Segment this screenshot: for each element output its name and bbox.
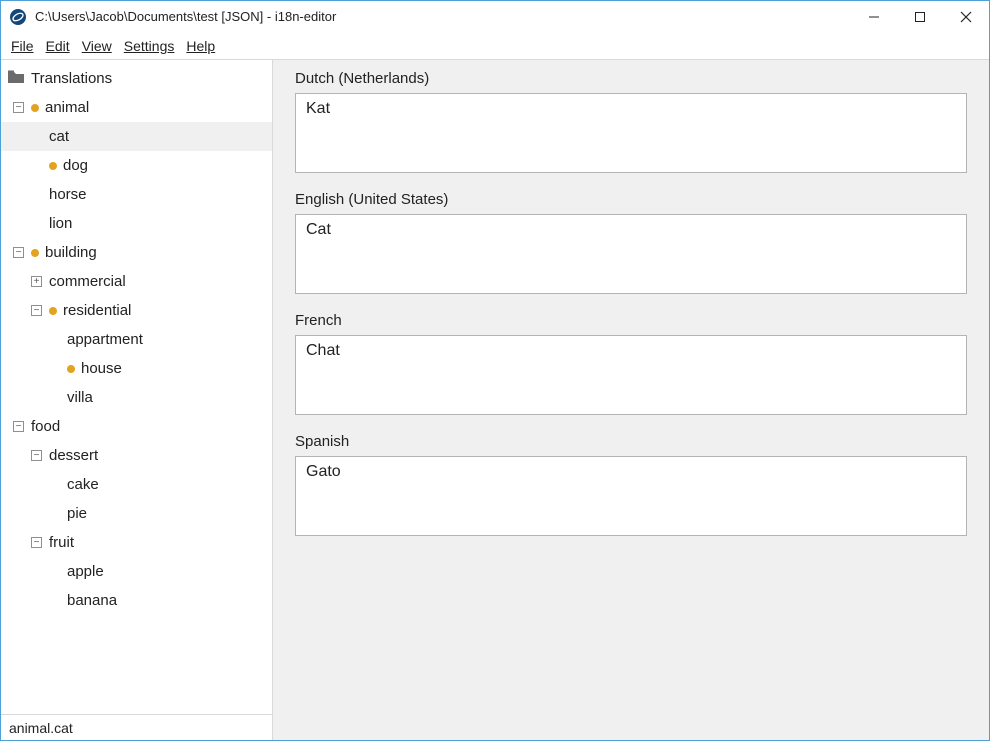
modified-dot-icon [67,365,75,373]
tree-label: villa [67,389,93,406]
collapse-icon[interactable]: − [31,305,42,316]
tree-leaf-cat[interactable]: cat [1,122,272,151]
translation-input-french[interactable] [295,335,967,415]
tree-label: animal [45,99,89,116]
field-label: French [295,312,967,329]
tree-node-fruit[interactable]: − fruit [1,528,272,557]
tree-leaf-pie[interactable]: pie [1,499,272,528]
tree-node-residential[interactable]: − residential [1,296,272,325]
tree-label: fruit [49,534,74,551]
tree-node-animal[interactable]: − animal [1,93,272,122]
menu-bar: File Edit View Settings Help [1,33,989,59]
collapse-icon[interactable]: − [31,537,42,548]
status-bar: animal.cat [1,714,272,740]
sidebar: Translations − animal cat [1,60,273,740]
title-bar: C:\Users\Jacob\Documents\test [JSON] - i… [1,1,989,33]
tree-root[interactable]: Translations [1,64,272,93]
menu-edit[interactable]: Edit [42,37,74,55]
tree-label: house [81,360,122,377]
tree-leaf-villa[interactable]: villa [1,383,272,412]
translation-input-spanish[interactable] [295,456,967,536]
menu-file[interactable]: File [7,37,38,55]
collapse-icon[interactable]: − [13,102,24,113]
close-button[interactable] [943,1,989,32]
tree-label: residential [63,302,131,319]
folder-icon [7,70,25,88]
field-label: English (United States) [295,191,967,208]
window-title: C:\Users\Jacob\Documents\test [JSON] - i… [35,9,851,24]
content-area: Translations − animal cat [1,59,989,740]
tree-label: lion [49,215,72,232]
status-path: animal.cat [9,720,73,736]
tree-leaf-appartment[interactable]: appartment [1,325,272,354]
app-icon [9,8,27,26]
translation-field-dutch: Dutch (Netherlands) [295,70,967,177]
tree-node-food[interactable]: − food [1,412,272,441]
app-window: C:\Users\Jacob\Documents\test [JSON] - i… [0,0,990,741]
collapse-icon[interactable]: − [13,421,24,432]
tree-label: cake [67,476,99,493]
menu-help[interactable]: Help [182,37,219,55]
menu-settings[interactable]: Settings [120,37,179,55]
tree-label: horse [49,186,87,203]
expand-icon[interactable]: + [31,276,42,287]
translation-field-english: English (United States) [295,191,967,298]
menu-view[interactable]: View [78,37,116,55]
translation-field-spanish: Spanish [295,433,967,540]
tree-node-commercial[interactable]: + commercial [1,267,272,296]
tree-label: dog [63,157,88,174]
tree-leaf-house[interactable]: house [1,354,272,383]
tree-leaf-cake[interactable]: cake [1,470,272,499]
translation-field-french: French [295,312,967,419]
tree-node-building[interactable]: − building [1,238,272,267]
tree-leaf-apple[interactable]: apple [1,557,272,586]
tree-label: banana [67,592,117,609]
editor-panel: Dutch (Netherlands) English (United Stat… [273,60,989,740]
tree-leaf-horse[interactable]: horse [1,180,272,209]
modified-dot-icon [49,162,57,170]
translation-input-dutch[interactable] [295,93,967,173]
modified-dot-icon [31,104,39,112]
tree-label: food [31,418,60,435]
tree-label: building [45,244,97,261]
translation-tree: Translations − animal cat [1,60,272,714]
tree-label: commercial [49,273,126,290]
window-controls [851,1,989,32]
tree-label: dessert [49,447,98,464]
tree-label: apple [67,563,104,580]
collapse-icon[interactable]: − [13,247,24,258]
maximize-button[interactable] [897,1,943,32]
modified-dot-icon [49,307,57,315]
tree-label: cat [49,128,69,145]
tree-leaf-dog[interactable]: dog [1,151,272,180]
tree-leaf-lion[interactable]: lion [1,209,272,238]
modified-dot-icon [31,249,39,257]
tree-leaf-banana[interactable]: banana [1,586,272,615]
field-label: Spanish [295,433,967,450]
tree-node-dessert[interactable]: − dessert [1,441,272,470]
tree-label: pie [67,505,87,522]
minimize-button[interactable] [851,1,897,32]
collapse-icon[interactable]: − [31,450,42,461]
tree-label: appartment [67,331,143,348]
tree-root-label: Translations [31,70,112,87]
field-label: Dutch (Netherlands) [295,70,967,87]
translation-input-english[interactable] [295,214,967,294]
